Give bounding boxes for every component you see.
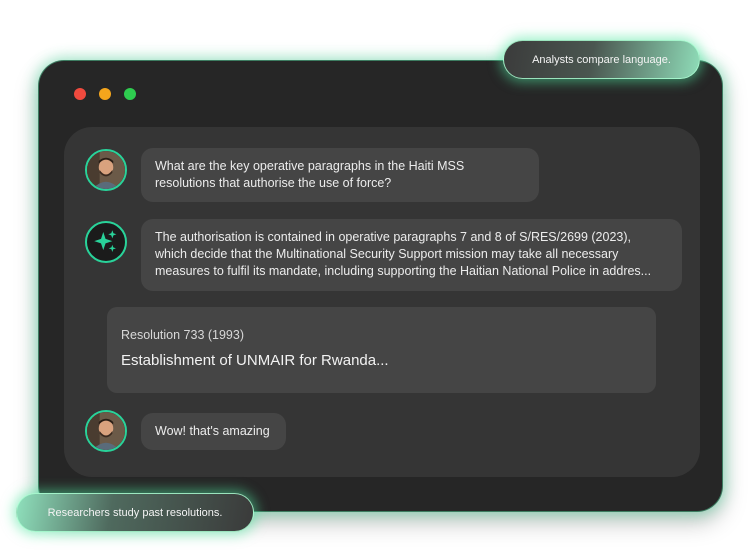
window-controls: [74, 88, 136, 100]
user-reply-bubble: Wow! that's amazing: [141, 413, 286, 450]
researchers-badge-text: Researchers study past resolutions.: [47, 506, 223, 519]
analysts-badge-text: Analysts compare language.: [532, 53, 671, 66]
resolution-card[interactable]: Resolution 733 (1993) Establishment of U…: [107, 307, 656, 393]
zoom-window-button[interactable]: [124, 88, 136, 100]
chat-window: What are the key operative paragraphs in…: [38, 60, 723, 512]
analysts-badge: Analysts compare language.: [503, 40, 700, 79]
assistant-message-line: The authorisation is contained in operat…: [155, 230, 632, 244]
researchers-badge: Researchers study past resolutions.: [16, 493, 254, 532]
assistant-message-line: measures to fulfil its mandate, includin…: [155, 264, 652, 278]
assistant-avatar: [85, 221, 127, 263]
assistant-message-line: which decide that the Multinational Secu…: [155, 247, 619, 261]
user-avatar-icon: [87, 412, 125, 450]
minimize-window-button[interactable]: [99, 88, 111, 100]
user-message-line: resolutions that authorise the use of fo…: [155, 176, 392, 190]
resolution-number: Resolution 733 (1993): [121, 328, 244, 342]
close-window-button[interactable]: [74, 88, 86, 100]
user-avatar: [85, 410, 127, 452]
resolution-title: Establishment of UNMAIR for Rwanda...: [121, 352, 389, 369]
user-reply-text: Wow! that's amazing: [155, 424, 270, 438]
user-message-line: What are the key operative paragraphs in…: [155, 159, 465, 173]
chat-panel: What are the key operative paragraphs in…: [64, 127, 700, 477]
sparkle-icon: [94, 230, 117, 252]
user-message-bubble: What are the key operative paragraphs in…: [141, 148, 539, 202]
assistant-message-bubble: The authorisation is contained in operat…: [141, 219, 682, 291]
user-avatar: [85, 149, 127, 191]
user-avatar-icon: [87, 151, 125, 189]
